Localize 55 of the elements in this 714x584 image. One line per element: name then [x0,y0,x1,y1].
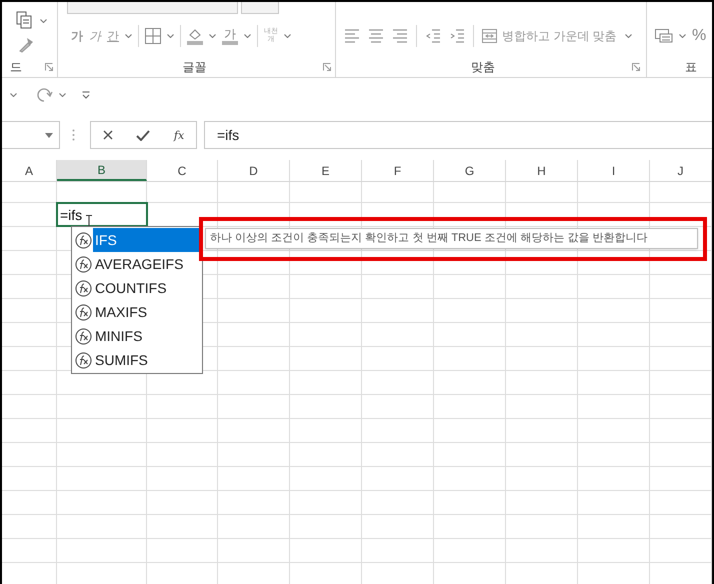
format-painter-icon[interactable] [18,37,34,53]
function-tooltip: 하나 이상의 조건이 충족되는지 확인하고 첫 번째 TRUE 조건에 해당하는 값을 반환합니다 [205,228,698,249]
font-size-field[interactable] [241,2,279,14]
redo-icon[interactable] [35,87,53,103]
align-icon[interactable] [392,28,408,44]
function-option[interactable]: AVERAGEIFS [93,252,184,276]
decrease-indent-icon[interactable] [425,28,441,44]
function-option[interactable]: MAXIFS [93,300,148,324]
active-cell[interactable]: =ifs [56,202,148,227]
enter-icon[interactable] [136,130,150,140]
function-option[interactable]: COUNTIFS [93,276,167,300]
fill-color-icon[interactable] [187,27,203,45]
function-icon [75,232,92,248]
function-icon [75,280,92,296]
dialog-launcher-icon[interactable] [632,63,640,71]
customize-toolbar-icon[interactable] [82,91,90,99]
caret-icon[interactable] [40,19,47,23]
font-name-field[interactable] [67,2,238,14]
grip-icon [72,129,75,141]
caret-icon[interactable] [244,34,251,38]
caret-icon[interactable] [624,34,632,38]
caret-icon[interactable] [284,34,291,38]
formula-field[interactable]: =ifs [204,121,712,149]
accounting-format-icon[interactable] [655,29,673,43]
dialog-launcher-icon[interactable] [45,63,53,71]
function-option[interactable]: SUMIFS [93,348,148,372]
align-icon[interactable] [368,28,384,44]
function-icon [75,256,92,272]
group-label: 표 [685,61,697,73]
dialog-launcher-icon[interactable] [323,63,331,71]
caret-icon[interactable] [59,93,66,97]
increase-indent-icon[interactable] [449,28,465,44]
caret-icon[interactable] [125,34,132,38]
function-option[interactable]: IFS [93,228,202,252]
borders-icon[interactable] [145,28,161,44]
column-header[interactable]: B [57,160,147,181]
group-label: 글꼴 [182,61,206,73]
caret-icon[interactable] [209,34,216,38]
align-icon[interactable] [344,28,360,44]
cancel-icon[interactable] [102,130,113,140]
caret-icon[interactable] [10,93,17,97]
merge-cells-icon [482,29,497,43]
group-label: 맞춤 [471,61,495,73]
dropdown-icon[interactable] [45,132,53,138]
caret-icon[interactable] [679,34,686,38]
function-icon [75,352,92,368]
insert-function-button[interactable]: fx [174,130,184,140]
function-icon [75,328,92,344]
paste-icon[interactable] [16,11,32,29]
caret-icon[interactable] [167,34,174,38]
group-label: 드 [10,61,22,73]
percent-style-button[interactable]: % [692,28,706,44]
font-color-button[interactable]: 가 [222,28,238,44]
function-icon [75,304,92,320]
function-option[interactable]: MINIFS [93,324,142,348]
